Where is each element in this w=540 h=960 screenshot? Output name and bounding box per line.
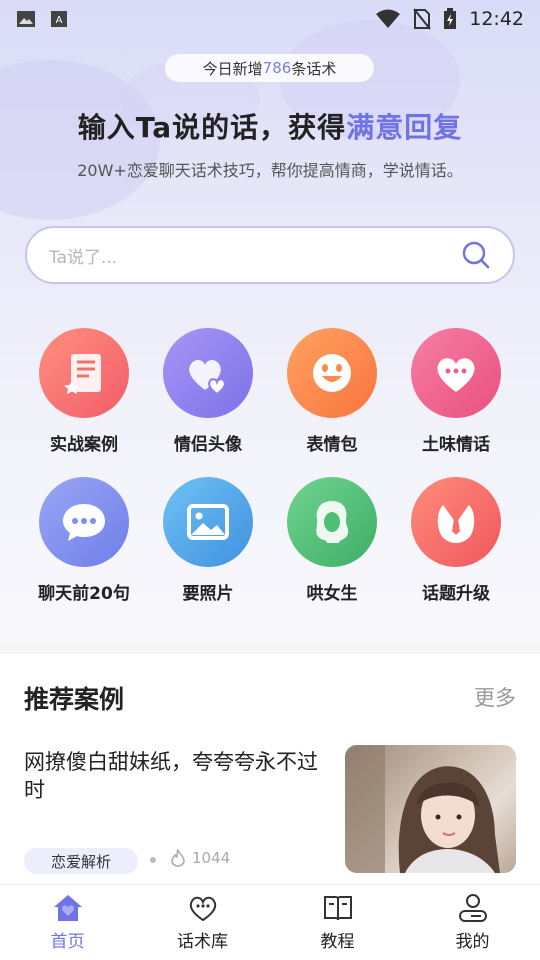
tab-home-label: 首页 bbox=[50, 932, 85, 952]
app-notification-icon: A bbox=[51, 11, 67, 27]
battery-icon bbox=[444, 8, 457, 29]
card-thumbnail bbox=[345, 745, 516, 873]
girl-icon bbox=[316, 501, 349, 543]
double-heart-icon bbox=[189, 359, 226, 396]
feature-lovetalk[interactable]: 土味情话 bbox=[394, 328, 518, 455]
feature-emoji-label: 表情包 bbox=[306, 435, 358, 455]
flame-icon bbox=[171, 849, 185, 867]
status-bar: A 12:42 bbox=[0, 0, 540, 38]
feature-lovetalk-circle bbox=[411, 328, 501, 418]
feature-opening-label: 聊天前20句 bbox=[38, 584, 130, 604]
search-placeholder: Ta说了... bbox=[49, 247, 118, 268]
feature-photo-circle bbox=[163, 477, 253, 567]
badge-suffix: 条话术 bbox=[291, 59, 337, 78]
portrait-image bbox=[345, 745, 500, 873]
daily-new-badge: 今日新增 786 条话术 bbox=[165, 54, 374, 82]
badge-prefix: 今日新增 bbox=[202, 59, 263, 78]
tab-tutorial[interactable]: 教程 bbox=[270, 885, 405, 960]
page-subline: 20W+恋爱聊天话术技巧，帮你提高情商，学说情话。 bbox=[77, 161, 463, 180]
feature-case-circle bbox=[39, 328, 129, 418]
feature-topic-circle bbox=[411, 477, 501, 567]
section-divider bbox=[0, 642, 540, 654]
case-book-icon bbox=[64, 354, 101, 394]
chat-bubble-icon bbox=[63, 504, 105, 541]
feature-topic-label: 话题升级 bbox=[422, 584, 490, 604]
tab-profile[interactable]: 我的 bbox=[405, 885, 540, 960]
no-sim-icon bbox=[413, 8, 432, 30]
page-headline: 输入Ta说的话，获得满意回复 bbox=[0, 106, 540, 146]
tab-tutorial-label: 教程 bbox=[320, 932, 355, 952]
feature-avatar-circle bbox=[163, 328, 253, 418]
recommend-more-link[interactable]: 更多 bbox=[474, 682, 516, 712]
separator-dot bbox=[150, 857, 156, 863]
feature-emoji[interactable]: 表情包 bbox=[270, 328, 394, 455]
profile-icon bbox=[458, 894, 487, 922]
svg-text:A: A bbox=[56, 15, 63, 26]
card-tag: 恋爱解析 bbox=[24, 848, 138, 874]
clock: 12:42 bbox=[469, 8, 524, 30]
feature-emoji-circle bbox=[287, 328, 377, 418]
search-input[interactable]: Ta说了... bbox=[25, 226, 515, 284]
tab-profile-label: 我的 bbox=[455, 932, 490, 952]
card-views-count: 1044 bbox=[192, 849, 231, 867]
bottom-tab-bar: 首页 话术库 教程 我的 bbox=[0, 884, 540, 960]
book-icon bbox=[323, 896, 352, 921]
feature-opening-circle bbox=[39, 477, 129, 567]
picture-icon bbox=[187, 504, 229, 540]
headline-highlight: 满意回复 bbox=[346, 111, 463, 144]
home-icon bbox=[53, 895, 82, 921]
wifi-icon bbox=[376, 9, 401, 28]
badge-count: 786 bbox=[262, 59, 292, 77]
feature-comfort-circle bbox=[287, 477, 377, 567]
feature-lovetalk-label: 土味情话 bbox=[422, 435, 490, 455]
smiley-icon bbox=[313, 354, 351, 392]
feature-avatar-label: 情侣头像 bbox=[174, 435, 242, 455]
headline-main: 输入Ta说的话，获得 bbox=[77, 111, 347, 144]
feature-comfort[interactable]: 哄女生 bbox=[270, 477, 394, 604]
card-title: 网撩傻白甜妹纸，夸夸夸永不过时 bbox=[24, 750, 318, 802]
feature-photo-label: 要照片 bbox=[182, 584, 234, 604]
recommend-title: 推荐案例 bbox=[24, 685, 125, 714]
search-icon[interactable] bbox=[461, 240, 491, 270]
heart-chat-icon bbox=[437, 358, 475, 392]
tab-home[interactable]: 首页 bbox=[0, 885, 135, 960]
feature-case-label: 实战案例 bbox=[50, 435, 118, 455]
tab-library[interactable]: 话术库 bbox=[135, 885, 270, 960]
feature-case[interactable]: 实战案例 bbox=[22, 328, 146, 455]
feature-grid: 实战案例 情侣头像 表情包 土味情话 聊天前20句 要照片 哄女生 话题升级 bbox=[22, 328, 518, 604]
heart-chat-icon bbox=[189, 896, 216, 922]
suit-tie-icon bbox=[437, 505, 475, 543]
tab-library-label: 话术库 bbox=[177, 932, 228, 952]
feature-avatar[interactable]: 情侣头像 bbox=[146, 328, 270, 455]
card-views: 1044 bbox=[170, 849, 230, 867]
feature-topic[interactable]: 话题升级 bbox=[394, 477, 518, 604]
feature-opening[interactable]: 聊天前20句 bbox=[22, 477, 146, 604]
gallery-icon bbox=[17, 11, 35, 27]
feature-photo[interactable]: 要照片 bbox=[146, 477, 270, 604]
feature-comfort-label: 哄女生 bbox=[306, 584, 358, 604]
